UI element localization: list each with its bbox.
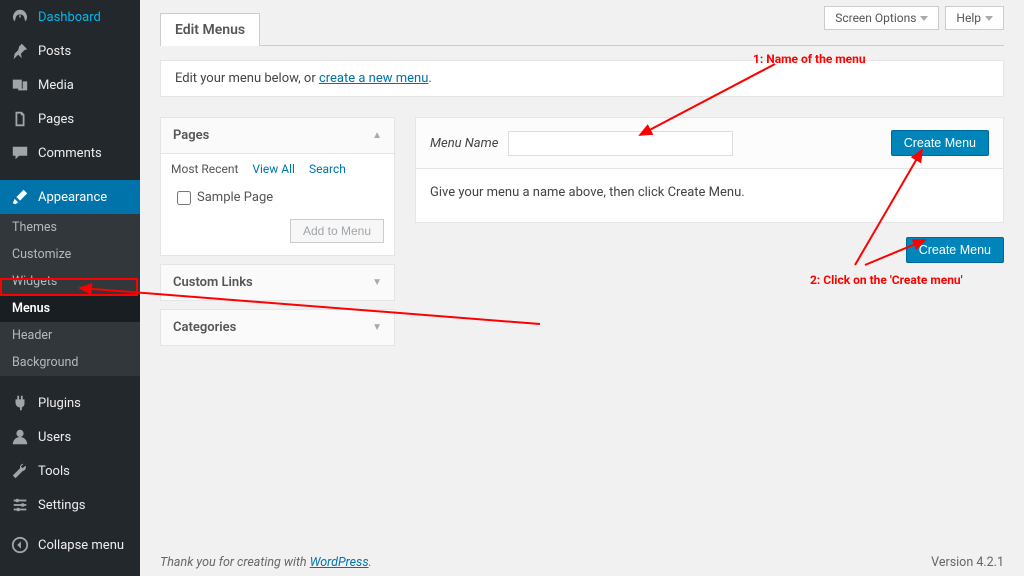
label: Media xyxy=(38,78,74,93)
plug-icon xyxy=(10,393,30,413)
metabox-custom-links-toggle[interactable]: Custom Links ▼ xyxy=(161,265,394,300)
sidebar-dashboard[interactable]: Dashboard xyxy=(0,0,140,34)
wordpress-link[interactable]: WordPress xyxy=(310,555,369,570)
metabox-pages: Pages ▲ Most Recent View All Search Sampl… xyxy=(160,117,395,256)
media-icon xyxy=(10,75,30,95)
admin-sidebar: Dashboard Posts Media Pages Comments App… xyxy=(0,0,140,576)
label: Categories xyxy=(173,320,236,335)
label: Users xyxy=(38,430,71,445)
create-menu-button-top[interactable]: Create Menu xyxy=(891,130,989,156)
label: Collapse menu xyxy=(38,538,124,553)
user-icon xyxy=(10,427,30,447)
label: Posts xyxy=(38,44,71,59)
sidebar-tools[interactable]: Tools xyxy=(0,454,140,488)
footer-text: . xyxy=(369,555,372,570)
annotation-2-text: 2: Click on the 'Create menu' xyxy=(810,273,963,287)
sidebar-comments[interactable]: Comments xyxy=(0,136,140,170)
sidebar-pages[interactable]: Pages xyxy=(0,102,140,136)
menu-editor: Menu Name Create Menu Give your menu a n… xyxy=(415,117,1004,223)
pages-tab-search[interactable]: Search xyxy=(309,162,346,176)
label: Appearance xyxy=(38,190,107,205)
page-item-sample[interactable]: Sample Page xyxy=(171,186,384,209)
label: Custom Links xyxy=(173,275,253,290)
pin-icon xyxy=(10,41,30,61)
sidebar-collapse[interactable]: Collapse menu xyxy=(0,528,140,562)
metabox-pages-toggle[interactable]: Pages ▲ xyxy=(161,118,394,153)
chevron-up-icon: ▲ xyxy=(372,130,382,141)
collapse-icon xyxy=(10,535,30,555)
metabox-column: Pages ▲ Most Recent View All Search Sampl… xyxy=(160,117,395,354)
label: Pages xyxy=(38,112,74,127)
menu-editor-column: Menu Name Create Menu Give your menu a n… xyxy=(415,117,1004,354)
create-new-menu-link[interactable]: create a new menu xyxy=(319,71,428,86)
add-to-menu-button: Add to Menu xyxy=(290,219,384,243)
label: Screen Options xyxy=(835,11,916,25)
sidebar-settings[interactable]: Settings xyxy=(0,488,140,522)
comment-icon xyxy=(10,143,30,163)
sidebar-sub-themes[interactable]: Themes xyxy=(0,214,140,241)
chevron-down-icon xyxy=(920,16,928,21)
metabox-custom-links: Custom Links ▼ xyxy=(160,264,395,301)
menu-name-label: Menu Name xyxy=(430,136,498,151)
label: Comments xyxy=(38,146,102,161)
chevron-down-icon: ▼ xyxy=(372,277,382,288)
sidebar-sub-customize[interactable]: Customize xyxy=(0,241,140,268)
sidebar-users[interactable]: Users xyxy=(0,420,140,454)
chevron-down-icon xyxy=(985,16,993,21)
label: Dashboard xyxy=(38,10,101,25)
metabox-categories-toggle[interactable]: Categories ▼ xyxy=(161,310,394,345)
sidebar-media[interactable]: Media xyxy=(0,68,140,102)
sidebar-appearance[interactable]: Appearance xyxy=(0,180,140,214)
sidebar-sub-background[interactable]: Background xyxy=(0,349,140,376)
chevron-down-icon: ▼ xyxy=(372,322,382,333)
sidebar-sub-header[interactable]: Header xyxy=(0,322,140,349)
pages-icon xyxy=(10,109,30,129)
screen-options-button[interactable]: Screen Options xyxy=(824,6,939,30)
page-checkbox[interactable] xyxy=(177,191,191,205)
label: Plugins xyxy=(38,396,81,411)
settings-icon xyxy=(10,495,30,515)
version-text: Version 4.2.1 xyxy=(931,555,1004,570)
wrench-icon xyxy=(10,461,30,481)
sidebar-posts[interactable]: Posts xyxy=(0,34,140,68)
sidebar-plugins[interactable]: Plugins xyxy=(0,386,140,420)
annotation-1-text: 1: Name of the menu xyxy=(753,52,866,66)
label: Tools xyxy=(38,464,70,479)
metabox-categories: Categories ▼ xyxy=(160,309,395,346)
label: Pages xyxy=(173,128,209,143)
menu-hint: Give your menu a name above, then click … xyxy=(416,169,1003,222)
notice-text: . xyxy=(428,71,431,86)
admin-footer: Thank you for creating with WordPress. V… xyxy=(160,555,1004,570)
sidebar-sub-menus[interactable]: Menus xyxy=(0,295,140,322)
label: Settings xyxy=(38,498,85,513)
sidebar-sub-widgets[interactable]: Widgets xyxy=(0,268,140,295)
main-content: Screen Options Help Edit Menus Edit your… xyxy=(140,0,1024,576)
edit-notice: Edit your menu below, or create a new me… xyxy=(160,60,1004,97)
menu-name-input[interactable] xyxy=(508,131,733,156)
help-button[interactable]: Help xyxy=(945,6,1004,30)
footer-text: Thank you for creating with xyxy=(160,555,310,570)
brush-icon xyxy=(10,187,30,207)
label: Sample Page xyxy=(197,190,273,205)
dashboard-icon xyxy=(10,7,30,27)
pages-tab-viewall[interactable]: View All xyxy=(252,162,295,176)
tab-edit-menus[interactable]: Edit Menus xyxy=(160,13,260,46)
notice-text: Edit your menu below, or xyxy=(175,71,319,86)
create-menu-button-bottom[interactable]: Create Menu xyxy=(906,237,1004,263)
label: Help xyxy=(956,11,981,25)
pages-tab-recent[interactable]: Most Recent xyxy=(171,162,238,176)
